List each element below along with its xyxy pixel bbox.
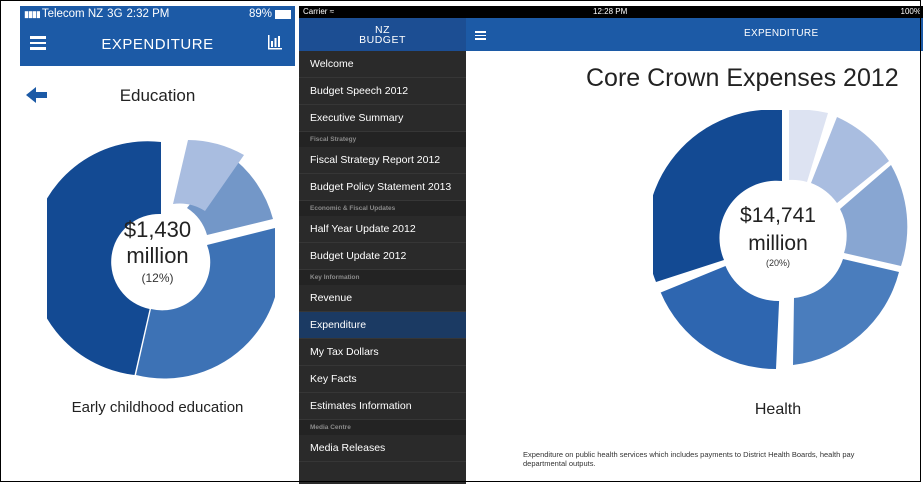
donut-percent: (20%) [765, 258, 790, 268]
nz-budget-logo[interactable]: NZ BUDGET [299, 18, 466, 51]
battery-percent: 89% [248, 8, 272, 20]
sidebar-item-media-releases[interactable]: Media Releases [299, 435, 466, 462]
sidebar-item-welcome[interactable]: Welcome [299, 51, 466, 78]
sidebar-section-economic-fiscal-updates: Economic & Fiscal Updates [299, 201, 466, 216]
donut-percent: (12%) [141, 271, 174, 285]
sidebar: NZ BUDGET Welcome Budget Speech 2012 Exe… [299, 18, 466, 484]
description-line-2: departmental outputs. [523, 459, 596, 468]
tablet-time: 12:28 PM [593, 7, 628, 16]
donut-value: $14,741 [740, 204, 816, 227]
sidebar-item-estimates-information[interactable]: Estimates Information [299, 393, 466, 420]
sidebar-section-key-information: Key Information [299, 270, 466, 285]
sidebar-item-half-year-update[interactable]: Half Year Update 2012 [299, 216, 466, 243]
description-line-1: Expenditure on public health services wh… [523, 450, 855, 459]
tablet-carrier: Carrier [303, 7, 328, 16]
network-type: 3G [107, 8, 123, 20]
sidebar-section-fiscal-strategy: Fiscal Strategy [299, 132, 466, 147]
donut-value: $1,430 [123, 217, 192, 242]
sidebar-item-executive-summary[interactable]: Executive Summary [299, 105, 466, 132]
sidebar-item-fiscal-strategy-report[interactable]: Fiscal Strategy Report 2012 [299, 147, 466, 174]
hamburger-menu-icon[interactable] [30, 33, 46, 53]
donut-segment-2[interactable] [793, 259, 899, 365]
donut-segment-large[interactable] [653, 110, 782, 282]
logo-line-1: NZ [375, 23, 390, 36]
logo-line-2: BUDGET [359, 33, 406, 46]
sidebar-item-budget-update[interactable]: Budget Update 2012 [299, 243, 466, 270]
donut-segment-health[interactable] [660, 266, 780, 369]
carrier-name: Telecom NZ [41, 8, 104, 20]
segment-caption: Early childhood education [71, 399, 244, 416]
tablet-battery: 100% [900, 7, 921, 16]
battery-icon [275, 9, 291, 19]
category-heading: Education [119, 86, 196, 105]
sidebar-section-media-centre: Media Centre [299, 420, 466, 435]
sidebar-item-budget-speech-2012[interactable]: Budget Speech 2012 [299, 78, 466, 105]
signal-icon: ▮▮▮▮ [24, 8, 41, 19]
donut-unit: million [748, 232, 808, 255]
sidebar-item-expenditure[interactable]: Expenditure [299, 312, 466, 339]
phone-nav-bar: EXPENDITURE [20, 22, 295, 66]
tablet-nav-title: EXPENDITURE [744, 28, 819, 39]
phone-screen: ▮▮▮▮ Telecom NZ 3G 2:32 PM 89% EXPENDITU… [20, 6, 295, 482]
nav-title: EXPENDITURE [101, 35, 214, 53]
sidebar-item-revenue[interactable]: Revenue [299, 285, 466, 312]
tablet-status-bar: Carrier ≈ 12:28 PM 100% [299, 6, 923, 18]
tablet-nav-bar: EXPENDITURE [466, 18, 923, 51]
hamburger-menu-icon[interactable] [475, 29, 486, 42]
sidebar-item-my-tax-dollars[interactable]: My Tax Dollars [299, 339, 466, 366]
sidebar-item-key-facts[interactable]: Key Facts [299, 366, 466, 393]
page-title: Core Crown Expenses 2012 [586, 64, 899, 92]
status-time: 2:32 PM [126, 8, 170, 20]
phone-status-bar: ▮▮▮▮ Telecom NZ 3G 2:32 PM 89% [20, 6, 295, 22]
bar-chart-icon[interactable] [267, 34, 283, 50]
sidebar-item-budget-policy-statement[interactable]: Budget Policy Statement 2013 [299, 174, 466, 201]
segment-caption: Health [754, 401, 802, 418]
donut-unit: million [126, 243, 189, 268]
segment-description: Expenditure on public health services wh… [523, 450, 854, 468]
wifi-icon: ≈ [329, 7, 335, 16]
